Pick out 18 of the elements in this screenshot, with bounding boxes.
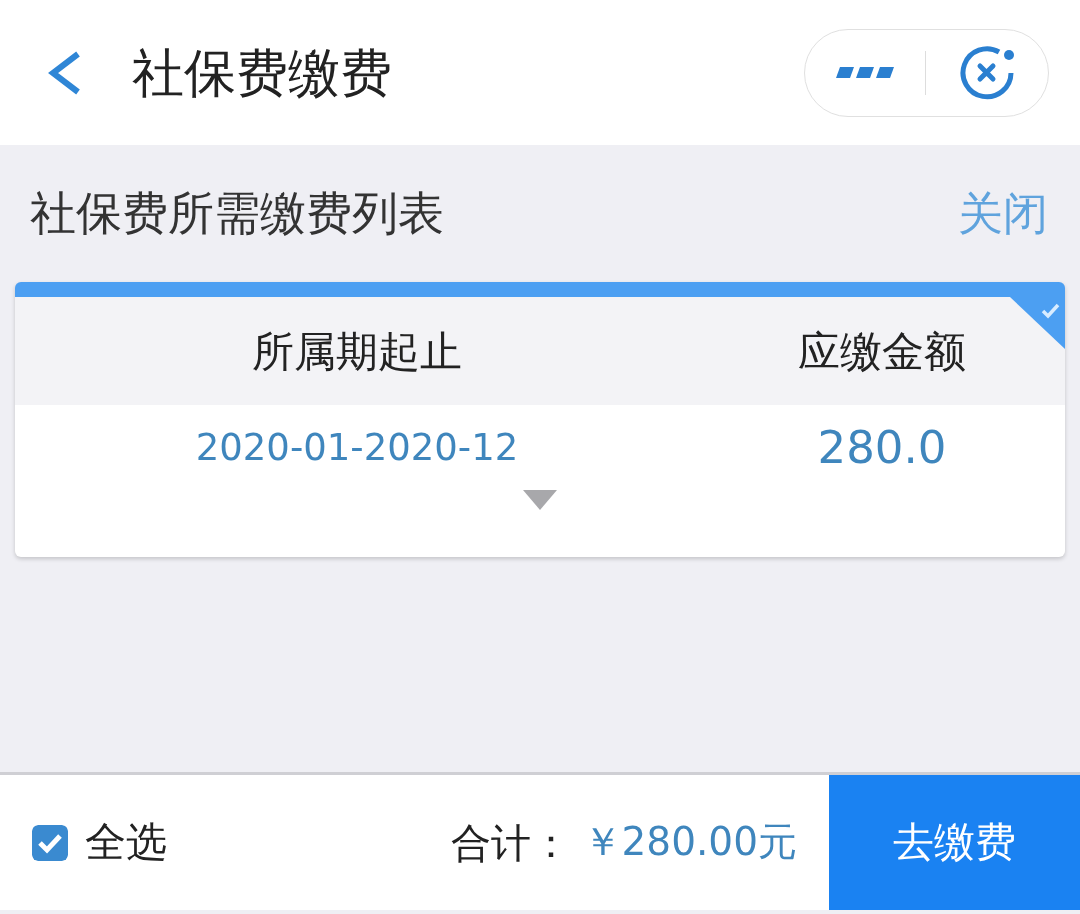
pay-button[interactable]: 去缴费 bbox=[829, 775, 1080, 910]
close-icon bbox=[958, 45, 1017, 100]
more-icon bbox=[835, 67, 894, 78]
page-title: 社保费缴费 bbox=[132, 41, 392, 105]
period-value: 2020-01-2020-12 bbox=[195, 425, 519, 469]
column-header: 应缴金额 bbox=[797, 325, 967, 378]
section-title: 社保费所需缴费列表 bbox=[30, 185, 444, 242]
total-amount: ￥280.00元 bbox=[582, 818, 797, 867]
back-icon bbox=[46, 50, 82, 95]
total-label: 合计： bbox=[450, 818, 571, 868]
caret-down-icon bbox=[523, 490, 557, 510]
expand-button[interactable] bbox=[523, 490, 557, 510]
select-all-checkbox[interactable] bbox=[32, 824, 68, 861]
close-link[interactable]: 关闭 bbox=[958, 179, 1048, 248]
column-header: 所属期起止 bbox=[251, 325, 463, 378]
amount-value: 280.0 bbox=[817, 420, 947, 474]
back-button[interactable] bbox=[46, 50, 82, 95]
select-all-label: 全选 bbox=[85, 816, 167, 868]
